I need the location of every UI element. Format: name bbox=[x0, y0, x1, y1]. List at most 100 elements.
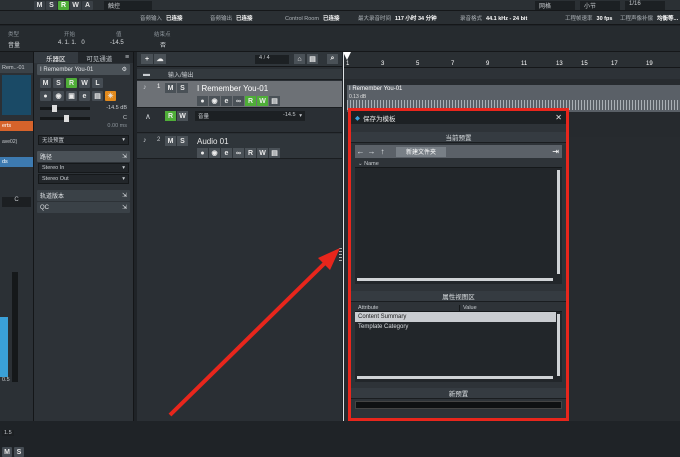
inspector-listen-button[interactable]: L bbox=[92, 78, 103, 88]
pan-readout[interactable]: C bbox=[2, 197, 31, 207]
back-arrow-icon[interactable]: ← bbox=[355, 147, 366, 157]
track-row[interactable]: ♪ 2 M S Audio 01 ● ◉ e ∞ R W ▤ bbox=[137, 134, 342, 159]
info-start-value[interactable]: 4. 1. 1. 0 bbox=[58, 40, 85, 46]
volume-slider-handle[interactable] bbox=[52, 104, 57, 112]
new-preset-name-input[interactable] bbox=[355, 401, 562, 409]
monitor-button[interactable]: ◉ bbox=[209, 96, 220, 106]
monitor-button[interactable]: ◉ bbox=[209, 148, 220, 158]
inspector-mute-button[interactable]: M bbox=[40, 78, 51, 88]
edit-channel-button[interactable]: e bbox=[221, 148, 232, 158]
attribute-row-selected[interactable]: Content Summary bbox=[355, 312, 556, 322]
qc-section[interactable]: QC ⇲ bbox=[37, 202, 130, 213]
inserts-section[interactable]: erts bbox=[0, 121, 33, 131]
inspector-solo-button[interactable]: S bbox=[53, 78, 64, 88]
vertical-scrollbar[interactable] bbox=[557, 314, 560, 376]
left-locator-marker[interactable] bbox=[343, 52, 351, 60]
link-button[interactable]: ∞ bbox=[233, 148, 244, 158]
track-menu-button[interactable]: ▤ bbox=[269, 96, 280, 106]
routing-section-header[interactable]: 路径 ⇲ bbox=[37, 151, 130, 162]
info-type-value[interactable]: 音量 bbox=[8, 40, 20, 49]
record-enable-button[interactable]: ● bbox=[40, 91, 51, 101]
folder-track[interactable]: ▬ 输入/输出 bbox=[137, 69, 342, 80]
delay-value[interactable]: 0.00 ms bbox=[107, 123, 127, 129]
strip-solo-button[interactable]: S bbox=[14, 447, 24, 457]
track-mute-button[interactable]: M bbox=[165, 83, 176, 93]
window-icon[interactable]: ▤ bbox=[307, 54, 318, 64]
track-name[interactable]: I Remember You-01 bbox=[197, 84, 268, 93]
tab-inspector[interactable]: 乐器区 bbox=[34, 52, 78, 63]
automation-value[interactable]: -14.5 bbox=[283, 112, 296, 118]
up-arrow-icon[interactable]: ↑ bbox=[377, 147, 388, 157]
import-icon[interactable]: ⇥ bbox=[552, 147, 559, 156]
track-menu-button[interactable]: ▤ bbox=[269, 148, 280, 158]
cloud-icon[interactable]: ☁ bbox=[154, 54, 166, 64]
track-write-button[interactable]: W bbox=[257, 96, 268, 106]
freeze-button[interactable]: ▤ bbox=[92, 91, 103, 101]
track-read-button[interactable]: R bbox=[245, 96, 256, 106]
inspector-read-button[interactable]: R bbox=[66, 78, 77, 88]
write-button[interactable]: W bbox=[70, 0, 81, 10]
track-read-button[interactable]: R bbox=[245, 148, 256, 158]
add-track-button[interactable]: + bbox=[141, 54, 153, 64]
track-mute-button[interactable]: M bbox=[165, 136, 176, 146]
solo-button[interactable]: S bbox=[46, 0, 57, 10]
search-icon[interactable]: ⌕ bbox=[327, 54, 338, 64]
menu-icon[interactable]: ≡ bbox=[121, 52, 133, 63]
value-column-header[interactable]: Value bbox=[460, 305, 477, 311]
pan-slider[interactable] bbox=[40, 114, 90, 122]
track-solo-button[interactable]: S bbox=[177, 83, 188, 93]
name-column-header[interactable]: ⌄ Name bbox=[355, 160, 562, 168]
sends-section[interactable]: ds bbox=[0, 157, 33, 167]
forward-arrow-icon[interactable]: → bbox=[366, 147, 377, 157]
record-enable-button[interactable]: ● bbox=[197, 96, 208, 106]
close-icon[interactable]: ✕ bbox=[555, 113, 562, 122]
home-icon[interactable]: ⌂ bbox=[294, 54, 305, 64]
record-enable-button[interactable]: ● bbox=[197, 148, 208, 158]
output-routing-dropdown[interactable]: Stereo Out ▾ bbox=[38, 174, 129, 184]
track-row[interactable]: ♪ 1 M S I Remember You-01 ● ◉ e ∞ R W ▤ bbox=[137, 81, 342, 108]
quantize-value[interactable]: 1/16 bbox=[625, 1, 665, 10]
link-button[interactable]: ∞ bbox=[233, 96, 244, 106]
volume-value[interactable]: -14.5 dB bbox=[106, 105, 127, 111]
edit-icon[interactable]: ⚙ bbox=[122, 66, 127, 73]
track-write-button[interactable]: W bbox=[257, 148, 268, 158]
volume-fader-track[interactable] bbox=[12, 272, 18, 382]
edit-button[interactable]: e bbox=[79, 91, 90, 101]
pan-slider-handle[interactable] bbox=[64, 114, 69, 122]
edit-channel-button[interactable]: e bbox=[221, 96, 232, 106]
preset-list[interactable]: ⌄ Name bbox=[355, 160, 562, 284]
info-value-value[interactable]: -14.5 bbox=[110, 40, 124, 46]
monitor-button[interactable]: ◉ bbox=[53, 91, 64, 101]
tab-visibility[interactable]: 可见通道 bbox=[78, 52, 122, 63]
mute-button[interactable]: M bbox=[34, 0, 45, 10]
lock-button[interactable]: ▣ bbox=[66, 91, 77, 101]
attribute-table[interactable]: Attribute Value Content Summary Template… bbox=[355, 304, 562, 382]
mode-dropdown[interactable]: 触控 bbox=[104, 0, 152, 10]
automation-lane[interactable]: ∧ R W 音量 ▾ -14.5 bbox=[137, 109, 342, 133]
freeze-toggle-icon[interactable]: ✳ bbox=[105, 91, 116, 101]
lane-read-button[interactable]: R bbox=[165, 111, 176, 121]
horizontal-scrollbar[interactable] bbox=[357, 278, 553, 281]
volume-slider[interactable] bbox=[40, 104, 90, 112]
automation-button[interactable]: A bbox=[82, 0, 93, 10]
attribute-row[interactable]: Template Category bbox=[355, 322, 562, 332]
read-button[interactable]: R bbox=[58, 0, 69, 10]
track-name[interactable]: Audio 01 bbox=[197, 137, 229, 146]
horizontal-scrollbar[interactable] bbox=[357, 376, 553, 379]
track-section-header[interactable]: I Remember You-01 ⚙ bbox=[37, 64, 130, 75]
attribute-column-header[interactable]: Attribute bbox=[355, 304, 460, 311]
quantize-dropdown[interactable]: 小节 bbox=[580, 1, 620, 10]
pan-value[interactable]: C bbox=[123, 115, 127, 121]
input-routing-dropdown[interactable]: Stereo In ▾ bbox=[38, 163, 129, 173]
vertical-scrollbar[interactable] bbox=[557, 170, 560, 274]
track-versions-section[interactable]: 轨道版本 ⇲ bbox=[37, 190, 130, 201]
inspector-write-button[interactable]: W bbox=[79, 78, 90, 88]
new-folder-button[interactable]: 新建文件夹 bbox=[396, 146, 447, 157]
strip-mute-button[interactable]: M bbox=[2, 447, 12, 457]
grid-dropdown[interactable]: 网格 bbox=[535, 1, 575, 10]
info-end-value[interactable]: 否 bbox=[160, 40, 166, 49]
timeline-ruler[interactable]: 1 3 5 7 9 11 13 15 17 19 bbox=[343, 52, 680, 68]
lane-write-button[interactable]: W bbox=[177, 111, 188, 121]
preset-dropdown[interactable]: 无设预置 ▾ bbox=[38, 135, 129, 145]
track-solo-button[interactable]: S bbox=[177, 136, 188, 146]
